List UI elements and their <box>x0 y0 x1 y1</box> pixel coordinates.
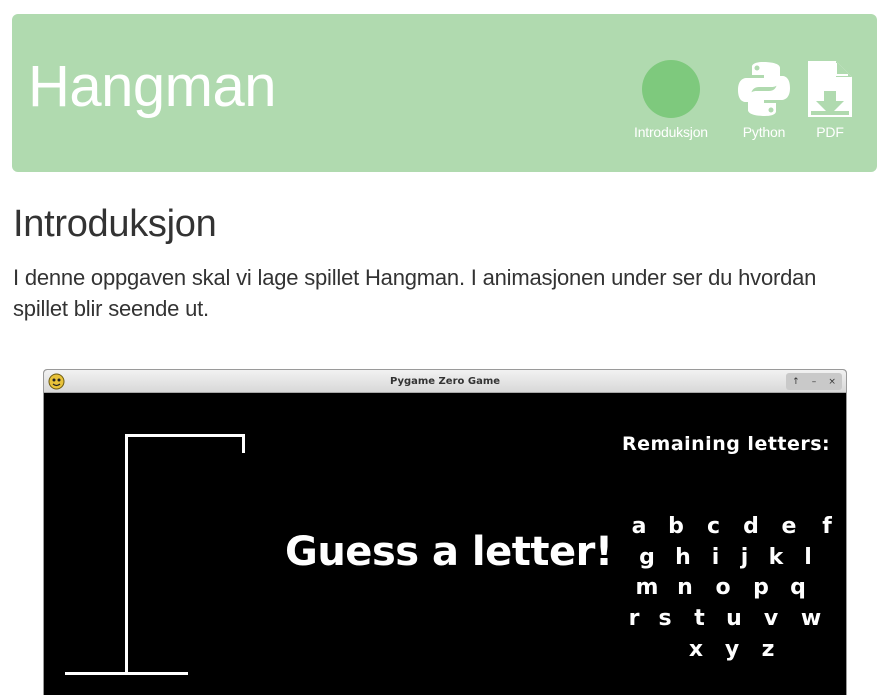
letters-row-1: a b c d e f <box>621 514 846 539</box>
header-banner: Hangman Introduksjon Python PDF <box>12 14 877 172</box>
gallows-rope <box>242 434 245 453</box>
game-window: Pygame Zero Game ↑ – × Guess a letter! R… <box>43 369 847 695</box>
python-icon <box>738 62 790 116</box>
letter: w <box>800 606 822 631</box>
circle-icon <box>641 60 700 118</box>
nav-label: Introduksjon <box>634 124 708 140</box>
nav-python[interactable]: Python <box>734 56 794 140</box>
letter: k <box>768 545 784 570</box>
letter: t <box>694 606 705 631</box>
window-titlebar: Pygame Zero Game ↑ – × <box>44 370 846 393</box>
letter: i <box>711 545 720 570</box>
letter: f <box>822 514 832 539</box>
window-controls: ↑ – × <box>786 373 842 390</box>
letter: u <box>726 606 742 631</box>
letters-row-4: r s t u v w <box>621 606 832 631</box>
letter: p <box>753 575 769 600</box>
gallows-post <box>125 434 128 674</box>
letter: a <box>631 514 647 539</box>
letter: m <box>635 575 659 600</box>
pdf-download-icon <box>808 61 852 117</box>
letter: r <box>628 606 640 631</box>
letter: q <box>790 575 806 600</box>
minimize-button[interactable]: – <box>812 377 817 387</box>
letters-row-3: m n o p q <box>628 575 816 600</box>
gallows-top-beam <box>125 434 244 437</box>
guess-message: Guess a letter! <box>285 529 613 575</box>
letter: n <box>677 575 693 600</box>
game-canvas[interactable]: Guess a letter! Remaining letters: a b c… <box>44 394 846 695</box>
letter: e <box>781 514 797 539</box>
intro-paragraph: I denne oppgaven skal vi lage spillet Ha… <box>13 265 817 321</box>
section-heading: Introduksjon <box>13 203 217 245</box>
letter: o <box>715 575 731 600</box>
letter: z <box>761 637 775 662</box>
letter: s <box>658 606 672 631</box>
close-button[interactable]: × <box>828 377 836 387</box>
letter: h <box>675 545 691 570</box>
letter: v <box>763 606 779 631</box>
maximize-button[interactable]: ↑ <box>792 377 800 387</box>
letter: y <box>724 637 740 662</box>
letter: l <box>804 545 812 570</box>
letters-row-2: g h i j k l <box>629 545 823 570</box>
nav-introduksjon[interactable]: Introduksjon <box>634 56 708 140</box>
letter: c <box>706 514 721 539</box>
page-title: Hangman <box>28 54 276 119</box>
letter: d <box>743 514 759 539</box>
window-title: Pygame Zero Game <box>389 376 501 387</box>
letter: x <box>688 637 704 662</box>
gallows-base <box>65 672 188 675</box>
nav-label: Python <box>742 124 786 140</box>
letter: b <box>668 514 684 539</box>
letters-row-5: x y z <box>678 637 786 662</box>
nav-label: PDF <box>816 124 844 140</box>
remaining-letters-label: Remaining letters: <box>622 433 831 455</box>
letter: j <box>740 545 749 570</box>
nav-pdf[interactable]: PDF <box>806 56 854 140</box>
letter: g <box>639 545 655 570</box>
